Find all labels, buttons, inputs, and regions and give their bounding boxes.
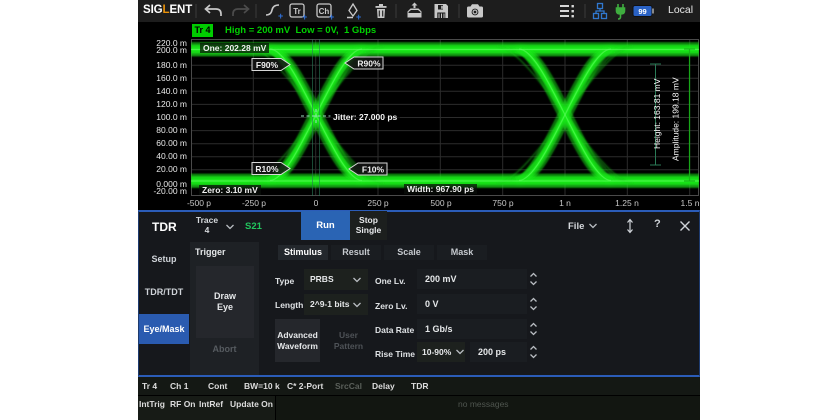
svg-text:Height: 163.81 mV: Height: 163.81 mV <box>652 78 662 149</box>
svg-text:+: + <box>356 12 361 22</box>
svg-text:+: + <box>302 12 307 22</box>
svg-text:+: + <box>278 11 283 21</box>
svg-text:99: 99 <box>638 7 646 16</box>
svg-text:+: + <box>329 12 334 22</box>
svg-text:R90%: R90% <box>357 59 381 69</box>
svg-text:Amplitude: 199.18 mV: Amplitude: 199.18 mV <box>671 77 681 161</box>
svg-text:R10%: R10% <box>255 164 279 174</box>
svg-text:F10%: F10% <box>362 165 385 175</box>
svg-text:F90%: F90% <box>256 60 279 70</box>
svg-text:Ch: Ch <box>319 7 330 16</box>
svg-text:Tr: Tr <box>293 7 301 16</box>
